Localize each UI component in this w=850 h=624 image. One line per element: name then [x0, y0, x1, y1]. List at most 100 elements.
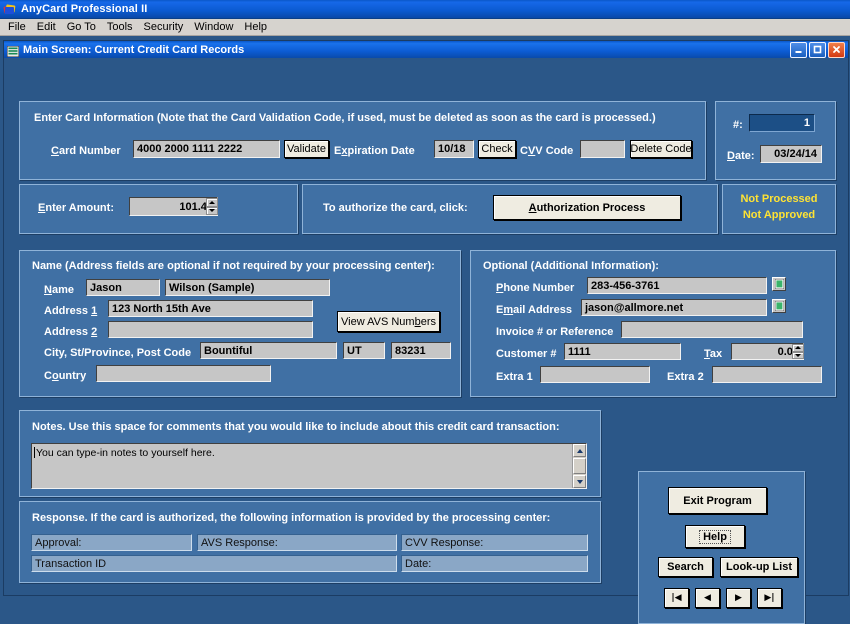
- search-label: Search: [667, 561, 704, 573]
- notes-scrollbar[interactable]: [572, 444, 586, 488]
- search-button[interactable]: Search: [658, 557, 713, 577]
- authorization-process-label: Authorization Process: [529, 202, 646, 214]
- check-button-label: Check: [481, 143, 512, 155]
- application-titlebar: AnyCard Professional II: [0, 0, 850, 19]
- menu-file[interactable]: File: [4, 19, 33, 35]
- menu-security[interactable]: Security: [140, 19, 191, 35]
- authorization-process-button[interactable]: Authorization Process: [493, 195, 681, 220]
- expiration-date-label: Expiration Date: [334, 145, 415, 157]
- tax-stepper-up[interactable]: [792, 344, 804, 352]
- close-icon[interactable]: [828, 42, 845, 58]
- invoice-reference-label: Invoice # or Reference: [496, 326, 613, 338]
- record-date-label: Date:: [727, 150, 755, 162]
- response-title: Response. If the card is authorized, the…: [32, 512, 550, 524]
- transaction-id-field: Transaction ID: [31, 555, 397, 572]
- card-number-input[interactable]: 4000 2000 1111 2222: [133, 140, 280, 158]
- first-record-glyph: |◀: [671, 593, 681, 603]
- first-record-icon[interactable]: |◀: [664, 588, 689, 608]
- chevron-up-icon[interactable]: [573, 444, 586, 457]
- exit-program-button[interactable]: Exit Program: [668, 487, 767, 514]
- menu-help[interactable]: Help: [240, 19, 274, 35]
- menu-bar: File Edit Go To Tools Security Window He…: [0, 19, 850, 36]
- document-icon[interactable]: [772, 299, 786, 313]
- document-icon[interactable]: [772, 277, 786, 291]
- notes-textarea[interactable]: You can type-in notes to yourself here.: [31, 443, 587, 489]
- name-address-panel: Name (Address fields are optional if not…: [19, 250, 461, 397]
- amount-stepper-down[interactable]: [206, 207, 218, 216]
- next-record-icon[interactable]: ▶: [726, 588, 751, 608]
- authorize-prompt: To authorize the card, click:: [323, 202, 468, 214]
- card-information-title: Enter Card Information (Note that the Ca…: [34, 112, 656, 124]
- name-address-title: Name (Address fields are optional if not…: [32, 260, 435, 272]
- help-button[interactable]: Help: [685, 525, 745, 548]
- customer-number-input[interactable]: 1111: [564, 343, 681, 360]
- records-window-icon: [7, 44, 19, 55]
- lookup-list-label: Look-up List: [726, 561, 792, 573]
- tax-label: Tax: [704, 348, 722, 360]
- delete-code-button[interactable]: Delete Code: [630, 140, 692, 158]
- last-name-input[interactable]: Wilson (Sample): [165, 279, 330, 296]
- city-input[interactable]: Bountiful: [200, 342, 337, 359]
- amount-input[interactable]: 101.44: [129, 197, 218, 216]
- main-screen-title: Main Screen: Current Credit Card Records: [23, 44, 790, 56]
- help-label: Help: [699, 530, 731, 544]
- cvv-code-input[interactable]: [580, 140, 625, 158]
- postal-code-input[interactable]: 83231: [391, 342, 451, 359]
- menu-tools[interactable]: Tools: [103, 19, 140, 35]
- record-number-input[interactable]: 1: [749, 114, 815, 132]
- application-window: AnyCard Professional II File Edit Go To …: [0, 0, 850, 597]
- amount-stepper[interactable]: [206, 198, 218, 215]
- cvv-response-field: CVV Response:: [401, 534, 588, 551]
- menu-edit[interactable]: Edit: [33, 19, 63, 35]
- last-record-icon[interactable]: ▶|: [757, 588, 782, 608]
- expiration-date-input[interactable]: 10/18: [434, 140, 474, 158]
- minimize-icon[interactable]: [790, 42, 807, 58]
- card-information-panel: Enter Card Information (Note that the Ca…: [19, 101, 706, 180]
- check-button[interactable]: Check: [478, 140, 516, 158]
- optional-information-title: Optional (Additional Information):: [483, 260, 659, 272]
- city-state-postal-label: City, St/Province, Post Code: [44, 347, 191, 359]
- status-line-processed: Not Processed: [723, 193, 835, 205]
- invoice-reference-input[interactable]: [621, 321, 803, 338]
- amount-stepper-up[interactable]: [206, 198, 218, 207]
- validate-button[interactable]: Validate: [284, 140, 329, 158]
- previous-record-icon[interactable]: ◀: [695, 588, 720, 608]
- record-number-label: #:: [733, 119, 743, 131]
- address2-input[interactable]: [108, 321, 313, 338]
- extra2-input[interactable]: [712, 366, 822, 383]
- approval-field: Approval:: [31, 534, 192, 551]
- validate-button-label: Validate: [287, 143, 326, 155]
- amount-panel: Enter Amount: 101.44: [19, 184, 298, 234]
- state-input[interactable]: UT: [343, 342, 385, 359]
- menu-goto[interactable]: Go To: [63, 19, 103, 35]
- chevron-down-icon[interactable]: [573, 475, 586, 488]
- lookup-list-button[interactable]: Look-up List: [720, 557, 798, 577]
- previous-record-glyph: ◀: [704, 593, 711, 603]
- extra1-input[interactable]: [540, 366, 650, 383]
- tax-stepper-down[interactable]: [792, 352, 804, 360]
- main-screen-window: Main Screen: Current Credit Card Records…: [3, 40, 849, 596]
- email-address-input[interactable]: jason@allmore.net: [581, 299, 767, 316]
- name-label: Name: [44, 284, 74, 296]
- card-number-label: Card Number: [51, 145, 121, 157]
- record-date-input[interactable]: 03/24/14: [760, 145, 822, 163]
- maximize-icon[interactable]: [809, 42, 826, 58]
- status-panel: Not Processed Not Approved: [722, 184, 836, 234]
- address1-input[interactable]: 123 North 15th Ave: [108, 300, 313, 317]
- tax-stepper[interactable]: [792, 344, 804, 359]
- address1-label: Address 1: [44, 305, 97, 317]
- main-screen-titlebar: Main Screen: Current Credit Card Records: [4, 41, 848, 58]
- country-label: Country: [44, 370, 86, 382]
- menu-window[interactable]: Window: [190, 19, 240, 35]
- first-name-input[interactable]: Jason: [86, 279, 160, 296]
- phone-number-input[interactable]: 283-456-3761: [587, 277, 767, 294]
- notes-panel: Notes. Use this space for comments that …: [19, 410, 601, 497]
- view-avs-numbers-button[interactable]: View AVS Numbers: [337, 311, 440, 332]
- amount-label: Enter Amount:: [38, 202, 114, 214]
- window-controls: [790, 42, 848, 58]
- phone-number-label: Phone Number: [496, 282, 574, 294]
- next-record-glyph: ▶: [735, 593, 742, 603]
- country-input[interactable]: [96, 365, 271, 382]
- notes-scroll-thumb[interactable]: [573, 458, 586, 474]
- extra1-label: Extra 1: [496, 371, 533, 383]
